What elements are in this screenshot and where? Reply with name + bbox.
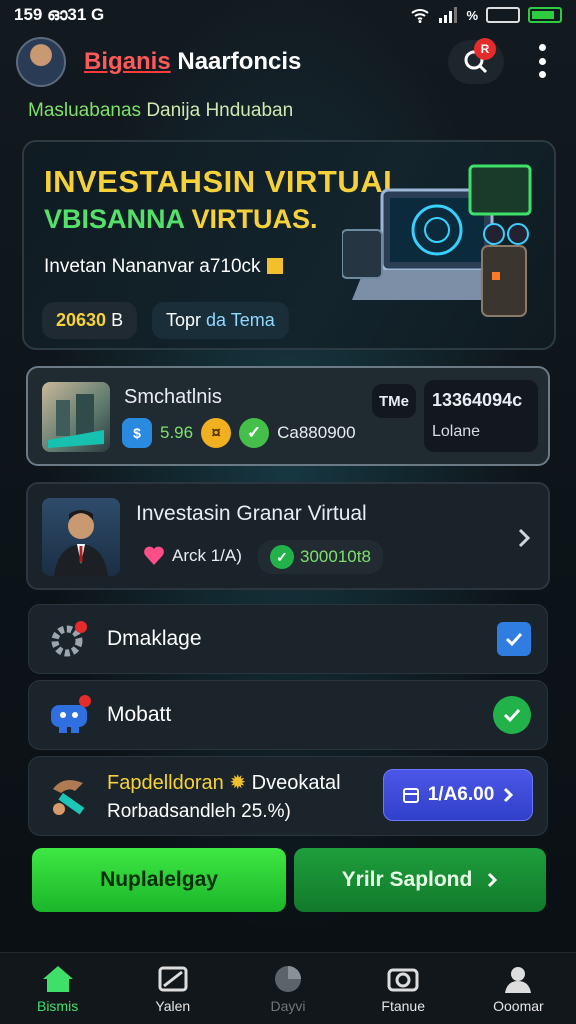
card-value-label: Lolane <box>432 423 481 440</box>
card-stats: $ 5.96 ¤ ✓ Ca880900 <box>122 418 356 448</box>
app-header: Biganis Naarfoncis R <box>0 34 576 90</box>
promo-subtitle: Rorbadsandleh 25.%) <box>107 800 291 822</box>
secondary-action-button[interactable]: Yrilr Saplond <box>294 848 546 912</box>
nav-item-center-label: Dayvi <box>270 997 306 1014</box>
setting-row-1[interactable]: Dmaklage <box>28 604 548 674</box>
charging-battery-icon <box>528 7 562 23</box>
featured-card[interactable]: Smchatlnis $ 5.96 ¤ ✓ Ca880900 TMe 13364… <box>26 366 550 466</box>
nav-item-home[interactable]: Bismis <box>0 953 115 1024</box>
battery-icon <box>486 7 520 23</box>
nav-item-home-label: Bismis <box>36 997 79 1014</box>
hero-description: Invetan Nananvar a710ck <box>44 256 283 278</box>
bottom-navigation: Bismis Yalen Dayvi Ftanue Ooomar <box>0 952 576 1024</box>
hero-topic-b: da Tema <box>206 310 275 330</box>
promo-title: Fapdelldoran ✹ Dveokatal <box>107 770 341 795</box>
title-rest: Naarfoncis <box>177 48 302 75</box>
setting-row-2[interactable]: Mobatt <box>28 680 548 750</box>
signal-percent: % <box>466 7 478 23</box>
investment-chip-1: Arck 1/A) <box>134 540 250 572</box>
promo-title-text: Fapdelldoran <box>107 771 224 794</box>
hero-value: 20630 <box>56 310 107 330</box>
avatar[interactable] <box>16 37 66 87</box>
calendar-icon <box>402 788 419 803</box>
check-mark-icon <box>266 258 283 274</box>
investment-card[interactable]: Investasin Granar Virtual Arck 1/A) ✓ 30… <box>26 482 550 590</box>
nav-item-profile-label: Ooomar <box>493 997 544 1014</box>
promo-go-button[interactable]: 1/A6.00 <box>383 769 533 821</box>
card-value: 13364094c <box>432 390 523 410</box>
setting-row-2-label: Mobatt <box>107 703 172 726</box>
chevron-right-icon <box>504 787 514 803</box>
hero-subtitle-yellow: VIRTUAS. <box>191 204 318 234</box>
status-time: 159 ഓ31 G <box>14 5 105 24</box>
subtitle-part2: Danija Hnduaban <box>146 100 294 121</box>
setting-row-1-label: Dmaklage <box>107 627 202 650</box>
check-badge-icon: ✓ <box>270 545 294 569</box>
person-thumbnail <box>42 498 120 576</box>
promo-title-text-2: Dveokatal <box>251 771 341 794</box>
hero-value-pill[interactable]: 20630 B <box>42 302 138 339</box>
chart-pie-icon <box>275 965 301 992</box>
status-icons: % <box>410 7 562 23</box>
card-tag: TMe <box>372 384 416 418</box>
subtitle-part1: Masluabanas <box>28 100 142 121</box>
primary-action-button[interactable]: Nuplalelgay <box>32 848 286 912</box>
investment-chip-2-text: 300010t8 <box>300 547 371 566</box>
investment-chip-2: ✓ 300010t8 <box>258 540 383 574</box>
toggle-check[interactable] <box>493 696 531 734</box>
hero-topic-pill[interactable]: Topr da Tema <box>152 302 289 339</box>
nav-item-tools[interactable]: Yalen <box>115 953 230 1024</box>
computer-illustration-icon <box>342 164 532 317</box>
gear-icon <box>51 621 87 657</box>
card-stat-a: 5.96 <box>160 423 194 442</box>
nav-item-profile[interactable]: Ooomar <box>461 953 576 1024</box>
wifi-icon <box>411 9 430 23</box>
promo-row[interactable]: Fapdelldoran ✹ Dveokatal Rorbadsandleh 2… <box>28 756 548 836</box>
coin-icon: ¤ <box>201 418 232 448</box>
nav-item-camera-label: Ftanue <box>381 997 425 1014</box>
app-title: Biganis Naarfoncis <box>84 48 301 76</box>
hero-banner[interactable]: INVESTAHSIN VIRTUAL VBISANNA VIRTUAS. In… <box>22 140 556 350</box>
card-tag-text: TMe <box>379 392 409 410</box>
hero-value-suffix: B <box>111 310 124 330</box>
home-icon <box>42 965 73 992</box>
status-bar: 159 ഓ31 G % <box>0 0 576 30</box>
notification-badge: R <box>474 38 496 60</box>
shield-icon: $ <box>122 418 152 448</box>
robot-icon <box>51 695 91 733</box>
nav-item-center[interactable]: Dayvi <box>230 953 345 1024</box>
search-button[interactable]: R <box>448 38 504 84</box>
checkmark-icon: ✓ <box>239 418 270 448</box>
nav-item-tools-label: Yalen <box>155 997 191 1014</box>
chevron-right-icon <box>488 872 498 888</box>
brand-name: Biganis <box>84 48 171 75</box>
user-icon <box>505 966 532 993</box>
hero-subtitle: VBISANNA VIRTUAS. <box>44 204 318 235</box>
hero-description-text: Invetan Nananvar a710ck <box>44 256 261 277</box>
checkbox[interactable] <box>497 622 531 656</box>
tools-icon <box>158 966 188 991</box>
investment-title: Investasin Granar Virtual <box>136 502 367 525</box>
nav-item-camera[interactable]: Ftanue <box>346 953 461 1024</box>
camera-icon <box>387 968 419 991</box>
card-thumbnail <box>42 382 110 452</box>
signal-icon <box>439 7 458 23</box>
promo-text: Fapdelldoran ✹ Dveokatal Rorbadsandleh 2… <box>107 770 341 823</box>
card-stat-b: Ca880900 <box>277 423 356 442</box>
hero-topic-a: Topr <box>166 310 202 330</box>
card-title: Smchatlnis <box>124 386 222 408</box>
hero-subtitle-green: VBISANNA <box>44 204 185 234</box>
card-value-box: 13364094c Lolane <box>424 380 538 452</box>
more-menu-button[interactable] <box>536 44 548 78</box>
heart-icon <box>144 546 164 565</box>
tool-icon <box>53 780 85 815</box>
sun-icon: ✹ <box>229 771 247 794</box>
primary-action-label: Nuplalelgay <box>100 868 218 891</box>
promo-go-label: 1/A6.00 <box>427 784 495 805</box>
subtitle: Masluabanas Danija Hnduaban <box>28 100 293 122</box>
secondary-action-label: Yrilr Saplond <box>341 868 473 891</box>
chevron-right-icon[interactable] <box>516 526 532 550</box>
investment-chip-1-text: Arck 1/A) <box>172 546 242 565</box>
